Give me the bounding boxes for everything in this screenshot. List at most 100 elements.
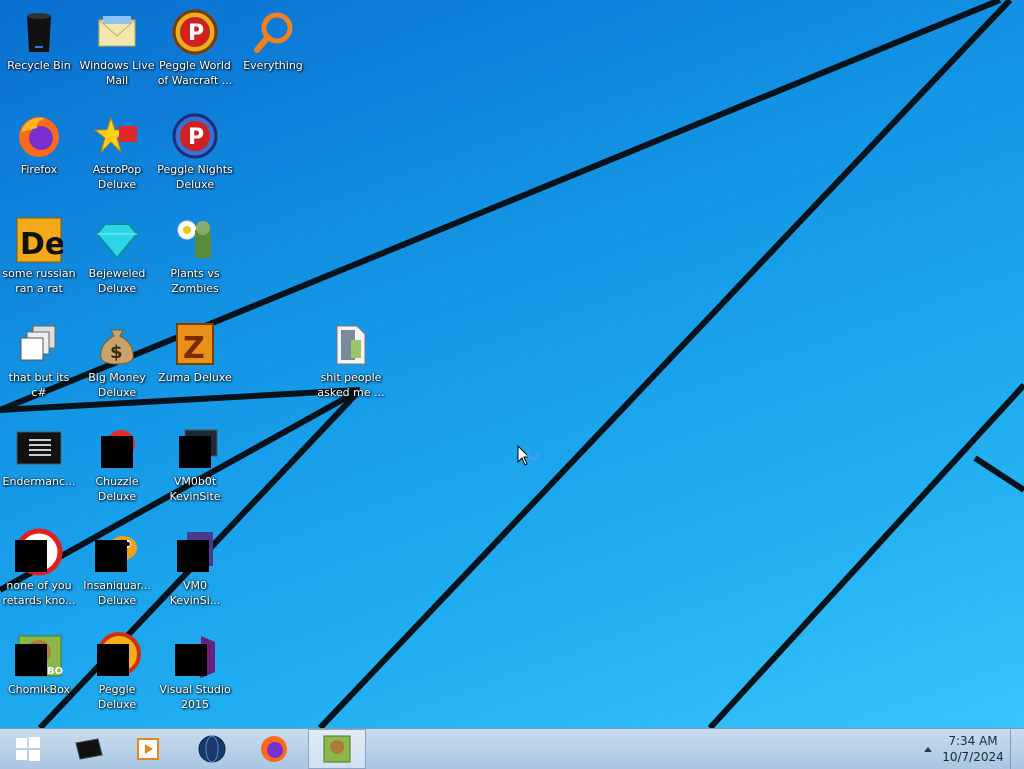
taskbar-button-console[interactable] <box>60 729 116 769</box>
redaction-box <box>15 540 47 572</box>
show-hidden-icons-button[interactable] <box>918 741 938 757</box>
visual-studio-icon <box>171 632 219 680</box>
fish-icon <box>93 528 141 576</box>
desktop-icon-chuzzle-deluxe[interactable]: Chuzzle Deluxe <box>78 420 156 520</box>
globe-icon <box>198 735 226 763</box>
desktop-icon-everything[interactable]: Everything <box>234 4 312 104</box>
desktop-icon-zuma-deluxe[interactable]: Z Zuma Deluxe <box>156 316 234 416</box>
icon-label: Peggle Deluxe <box>97 683 137 711</box>
busy-cursor-icon <box>517 444 539 466</box>
svg-text:$: $ <box>110 342 123 363</box>
svg-text:P: P <box>188 21 204 46</box>
icon-label: Zuma Deluxe <box>158 371 232 384</box>
desktop-icon-shit-people-asked-me[interactable]: shit people asked me ... <box>312 316 390 416</box>
redaction-box <box>101 436 133 468</box>
peggle-nights-icon: P <box>171 112 219 160</box>
clock-time: 7:34 AM <box>948 734 998 748</box>
desktop-icon-astropop-deluxe[interactable]: AstroPop Deluxe <box>78 108 156 208</box>
icon-label: Peggle Nights Deluxe <box>157 163 233 191</box>
red-circle-icon <box>15 528 63 576</box>
icon-label: Bejeweled Deluxe <box>88 267 146 295</box>
svg-text:Z: Z <box>183 331 205 366</box>
astropop-icon <box>93 112 141 160</box>
desktop-icon-bejeweled-deluxe[interactable]: Bejeweled Deluxe <box>78 212 156 312</box>
desktop-icon-windows-live-mail[interactable]: Windows Live Mail <box>78 4 156 104</box>
media-player-icon <box>137 738 159 760</box>
icon-label: Plants vs Zombies <box>170 267 220 295</box>
desktop-icon-firefox[interactable]: Firefox <box>0 108 78 208</box>
desktop-icon-plants-vs-zombies[interactable]: Plants vs Zombies <box>156 212 234 312</box>
icon-label: Big Money Deluxe <box>88 371 146 399</box>
desktop-icon-some-russian-ran-a-rat[interactable]: De some russian ran a rat <box>0 212 78 312</box>
desktop-icon-peggle-nights-deluxe[interactable]: P Peggle Nights Deluxe <box>156 108 234 208</box>
svg-text:De: De <box>20 227 63 262</box>
document-icon <box>171 528 219 576</box>
console-window-icon <box>75 738 103 760</box>
desktop-icon-visual-studio-2015[interactable]: Visual Studio 2015 <box>156 628 234 728</box>
icon-label: some russian ran a rat <box>2 267 76 295</box>
svg-text:BOX: BOX <box>47 666 63 677</box>
icon-label: VM0b0t KevinSite <box>169 475 221 503</box>
desktop-icon-big-money-deluxe[interactable]: $ Big Money Deluxe <box>78 316 156 416</box>
zuma-icon: Z <box>171 320 219 368</box>
taskbar-clock[interactable]: 7:34 AM 10/7/2024 <box>940 733 1006 767</box>
money-bag-icon: $ <box>93 320 141 368</box>
plant-icon <box>171 216 219 264</box>
icon-label: Firefox <box>20 163 58 176</box>
taskbar-button-globe[interactable] <box>184 729 240 769</box>
peggle-deluxe-icon <box>93 632 141 680</box>
taskbar-button-media[interactable] <box>120 729 176 769</box>
icon-label: Recycle Bin <box>7 59 71 72</box>
windows-logo-icon <box>16 737 40 761</box>
icon-label: Chuzzle Deluxe <box>95 475 139 503</box>
firefox-icon <box>261 736 287 762</box>
icon-label: that but its c# <box>8 371 70 399</box>
icon-label: Endermanc... <box>2 475 76 488</box>
chuzzle-icon <box>93 424 141 472</box>
icon-label: AstroPop Deluxe <box>92 163 142 191</box>
taskbar: 7:34 AM 10/7/2024 <box>0 728 1024 769</box>
icon-label: Visual Studio 2015 <box>159 683 231 711</box>
mail-icon <box>93 8 141 56</box>
redaction-box <box>177 540 209 572</box>
redaction-box <box>95 540 127 572</box>
icon-label: VM0 KevinSi... <box>169 579 221 607</box>
icon-label: shit people asked me ... <box>317 371 385 399</box>
desktop: Recycle Bin Windows Live Mail P Peggle W… <box>0 0 1024 728</box>
start-button[interactable] <box>0 729 56 769</box>
desktop-icon-vm0b0t-kevinsite[interactable]: VM0b0t KevinSite <box>156 420 234 520</box>
chomikbox-icon <box>323 735 351 763</box>
magnifier-icon <box>249 8 297 56</box>
icon-label: Insaniquar... Deluxe <box>83 579 151 607</box>
de-icon: De <box>15 216 65 264</box>
taskbar-button-firefox[interactable] <box>246 729 302 769</box>
peggle-icon: P <box>171 8 219 56</box>
gem-icon <box>93 216 141 264</box>
console-icon <box>15 424 63 472</box>
icon-label: ChomikBox <box>8 683 70 696</box>
recycle-bin-icon <box>15 8 63 56</box>
svg-text:P: P <box>188 125 204 150</box>
show-desktop-button[interactable] <box>1010 729 1024 769</box>
desktop-icon-peggle-world-of-warcraft[interactable]: P Peggle World of Warcraft ... <box>156 4 234 104</box>
taskbar-button-chomikbox[interactable] <box>308 729 366 769</box>
desktop-icon-peggle-deluxe[interactable]: Peggle Deluxe <box>78 628 156 728</box>
desktop-icon-none-of-you[interactable]: none of you retards kno... <box>0 524 78 624</box>
desktop-icon-vm0-kevinsi[interactable]: VM0 KevinSi... <box>156 524 234 624</box>
chomik-icon: BOX <box>15 632 71 680</box>
icon-label: Peggle World of Warcraft ... <box>157 59 233 87</box>
desktop-icon-insaniquarium-deluxe[interactable]: Insaniquar... Deluxe <box>78 524 156 624</box>
stacked-windows-icon <box>15 320 63 368</box>
clock-date: 10/7/2024 <box>942 750 1004 764</box>
desktop-icon-endermanch[interactable]: Endermanc... <box>0 420 78 520</box>
desktop-icon-that-but-its-csharp[interactable]: that but its c# <box>0 316 78 416</box>
desktop-icon-chomikbox[interactable]: BOX ChomikBox <box>0 628 78 728</box>
folder-icon <box>327 320 375 368</box>
icon-label: none of you retards kno... <box>2 579 76 607</box>
redaction-box <box>179 436 211 468</box>
monitor-icon <box>171 424 219 472</box>
redaction-box <box>175 644 207 676</box>
redaction-box <box>15 644 47 676</box>
icon-label: Everything <box>243 59 303 72</box>
desktop-icon-recycle-bin[interactable]: Recycle Bin <box>0 4 78 104</box>
